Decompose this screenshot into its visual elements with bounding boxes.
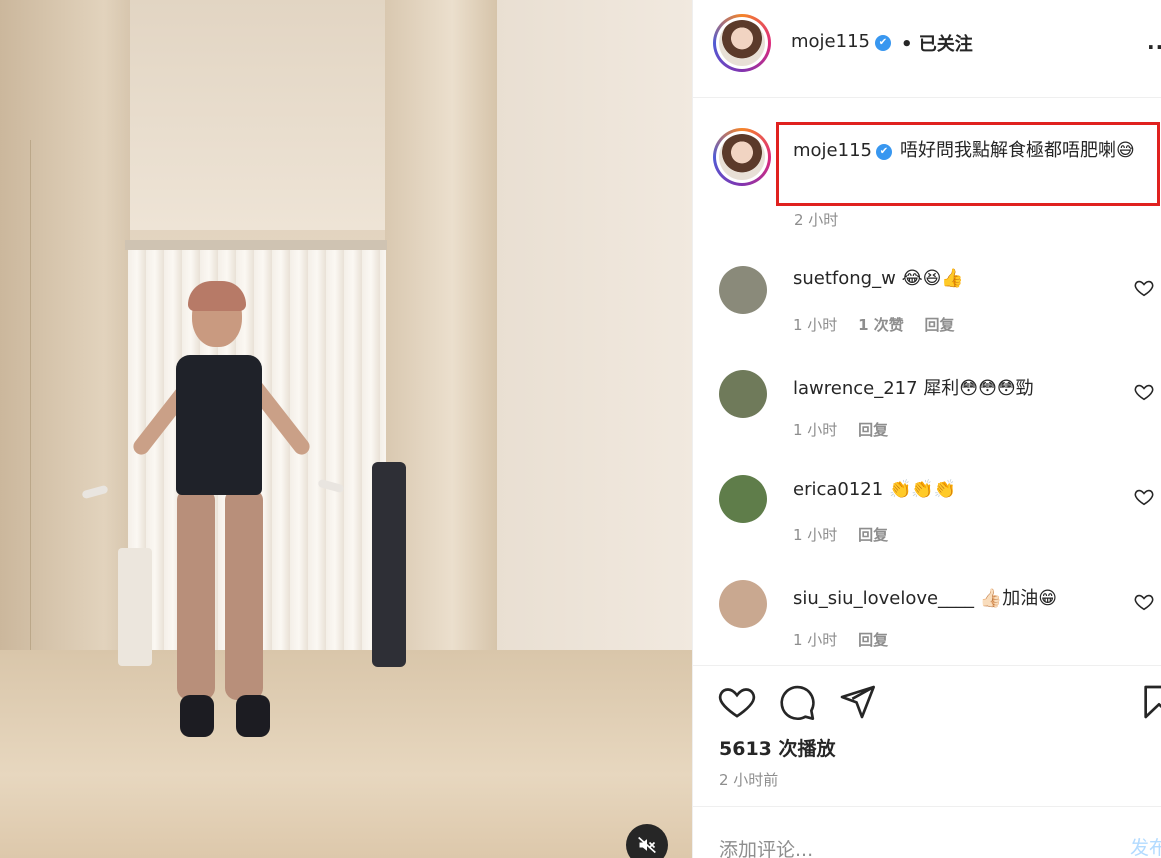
comment-row: lawrence_217 犀利😳😳😳勁 [793, 374, 1034, 400]
comment-text: 👏👏👏 [888, 479, 957, 500]
comment-username[interactable]: suetfong_w [793, 268, 896, 289]
video-scene-board [372, 462, 406, 667]
comment-time: 1 小时 [793, 631, 838, 649]
comment-time: 1 小时 [793, 526, 838, 544]
comment-avatar[interactable] [719, 580, 767, 628]
comment-likes[interactable]: 1 次赞 [858, 316, 904, 334]
caption: moje115 ✔ 唔好問我點解食極都唔肥喇😅 [793, 136, 1161, 165]
mute-button[interactable] [626, 824, 668, 858]
author-username[interactable]: moje115 [791, 31, 870, 52]
comment-reply-button[interactable]: 回复 [858, 526, 888, 544]
comment-text: 👍🏻加油😁 [979, 588, 1057, 609]
follow-status-label: 已关注 [918, 34, 973, 55]
comment-username[interactable]: erica0121 [793, 479, 883, 500]
post-side-panel: moje115 ✔ • 已关注 ... moje115✔唔好問我點解食極都唔肥喇… [692, 0, 1161, 858]
author-avatar[interactable] [713, 14, 771, 72]
comment-heart-icon[interactable] [1133, 381, 1155, 403]
comment-text: 犀利😳😳😳勁 [923, 378, 1034, 399]
comment-heart-icon[interactable] [1133, 486, 1155, 508]
comment-row: suetfong_w 😂😆👍 [793, 268, 964, 289]
comment-meta: 1 小时 回复 [793, 629, 904, 650]
share-icon[interactable] [837, 682, 877, 722]
verified-badge-icon: ✔ [875, 35, 891, 51]
comment-heart-icon[interactable] [1133, 277, 1155, 299]
post-header: moje115 ✔ • 已关注 ... [693, 0, 1161, 98]
comment-meta: 1 小时 1 次赞 回复 [793, 314, 971, 335]
caption-text: 唔好問我點解食極都唔肥喇 [899, 140, 1116, 161]
comment-reply-button[interactable]: 回复 [858, 631, 888, 649]
video-player[interactable] [0, 0, 692, 858]
comment-reply-button[interactable]: 回复 [925, 316, 955, 334]
comment-username[interactable]: siu_siu_lovelove____ [793, 588, 974, 609]
comment-row: siu_siu_lovelove____ 👍🏻加油😁 [793, 584, 1057, 610]
comment-avatar[interactable] [719, 475, 767, 523]
follow-status[interactable]: • 已关注 [901, 30, 973, 56]
comment-avatar[interactable] [719, 266, 767, 314]
comment-reply-button[interactable]: 回复 [858, 421, 888, 439]
divider [693, 806, 1161, 807]
comment-time: 1 小时 [793, 316, 838, 334]
comment-meta: 1 小时 回复 [793, 524, 904, 545]
comment-time: 1 小时 [793, 421, 838, 439]
video-person-skipping [80, 281, 350, 755]
divider [693, 665, 1161, 666]
view-count: 5613 次播放 [719, 738, 836, 760]
caption-time: 2 小时 [794, 211, 839, 229]
instagram-post-view: moje115 ✔ • 已关注 ... moje115✔唔好問我點解食極都唔肥喇… [0, 0, 1161, 858]
caption-emoji: 😅 [1115, 140, 1135, 161]
more-options-button[interactable]: ... [1147, 30, 1161, 54]
comment-avatar[interactable] [719, 370, 767, 418]
muted-speaker-icon [638, 836, 656, 854]
comment-heart-icon[interactable] [1133, 591, 1155, 613]
caption-author-avatar[interactable] [713, 128, 771, 186]
video-scene-curtain-rod [125, 240, 387, 250]
comment-row: erica0121 👏👏👏 [793, 479, 956, 500]
comment-username[interactable]: lawrence_217 [793, 378, 918, 399]
bookmark-icon[interactable] [1139, 682, 1161, 722]
caption-username[interactable]: moje115 [793, 140, 872, 161]
comment-input[interactable]: 添加评论... [719, 835, 813, 858]
comment-text: 😂😆👍 [901, 268, 964, 289]
comment-icon[interactable] [777, 682, 817, 722]
comment-meta: 1 小时 回复 [793, 419, 904, 440]
heart-icon[interactable] [717, 682, 757, 722]
verified-badge-icon: ✔ [875, 144, 892, 160]
posted-time: 2 小时前 [719, 771, 779, 789]
post-comment-button[interactable]: 发布 [1130, 833, 1161, 858]
